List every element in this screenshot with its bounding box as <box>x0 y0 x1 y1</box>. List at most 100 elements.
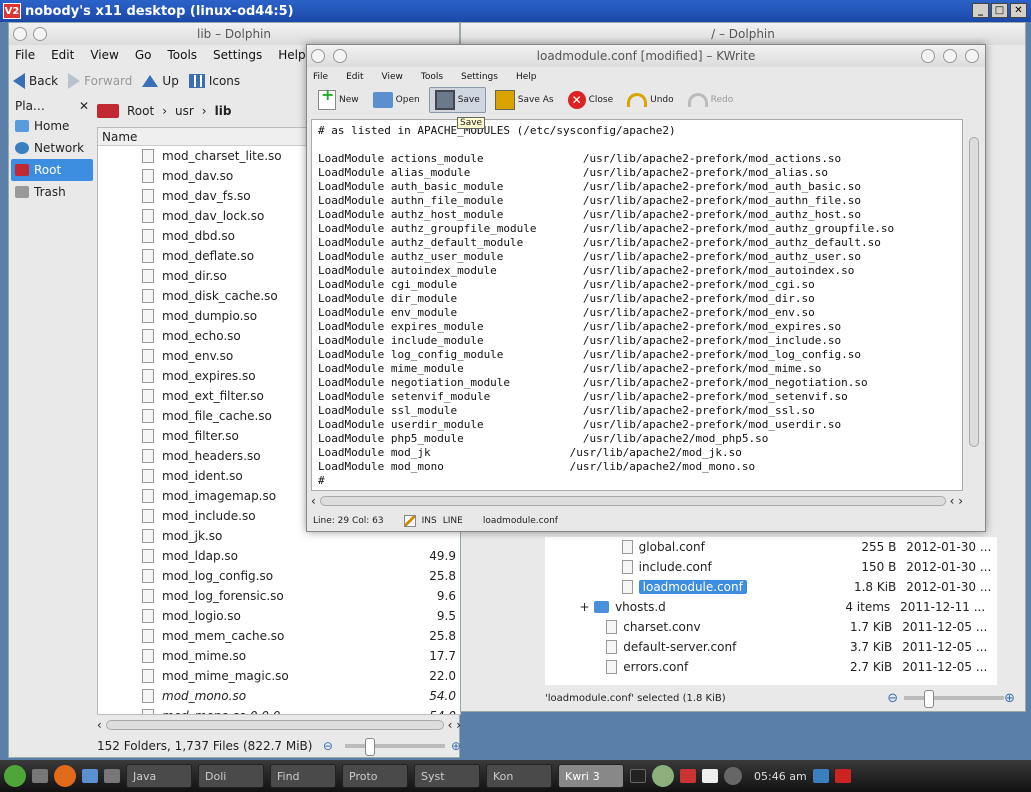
menu-view[interactable]: View <box>90 48 118 62</box>
editor-scroll-track[interactable] <box>319 496 946 506</box>
place-network[interactable]: Network <box>11 137 93 159</box>
back-button[interactable]: Back <box>13 73 58 89</box>
minimize-button[interactable]: _ <box>972 3 989 18</box>
open-button[interactable]: Open <box>368 87 425 113</box>
place-root[interactable]: Root <box>11 159 93 181</box>
task-syst[interactable]: Syst <box>414 764 480 788</box>
editor-horizontal-scrollbar[interactable]: ‹ ‹ › <box>311 493 963 509</box>
breadcrumb-root[interactable]: Root <box>127 104 154 118</box>
maximize-button[interactable]: □ <box>991 3 1008 18</box>
scroll-track[interactable] <box>105 720 444 730</box>
editor-scroll-right-icon[interactable]: ‹ › <box>950 494 963 508</box>
sticky-icon[interactable] <box>33 27 47 41</box>
places-title: Pla… <box>15 99 45 113</box>
redo-button[interactable]: Redo <box>683 87 739 113</box>
flag-icon[interactable] <box>680 769 696 783</box>
file-row[interactable]: mod_mem_cache.so 25.8 <box>98 626 460 646</box>
kw-menu-file[interactable]: File <box>313 72 328 82</box>
window-menu-icon[interactable] <box>13 27 27 41</box>
task-kwrite-label: Kwri <box>565 769 589 783</box>
kwrite-window-menu-icon[interactable] <box>311 49 325 63</box>
kwrite-maximize-button[interactable] <box>943 49 957 63</box>
scroll-left-icon[interactable]: ‹ <box>97 718 102 732</box>
task-dolphin[interactable]: Doli <box>198 764 264 788</box>
clock[interactable]: 05:46 am <box>754 770 807 783</box>
expand-icon[interactable]: + <box>545 600 594 614</box>
scroll-right-icon[interactable]: ‹ › <box>448 718 461 732</box>
task-konsole[interactable]: Kon <box>486 764 552 788</box>
pager-icon[interactable] <box>104 769 120 783</box>
menu-edit[interactable]: Edit <box>51 48 74 62</box>
selection-mode[interactable]: LINE <box>443 516 463 526</box>
info-icon[interactable] <box>724 767 742 785</box>
file-row[interactable]: mod_mime_magic.so 22.0 <box>98 666 460 686</box>
zoom-slider[interactable] <box>344 738 445 756</box>
file-row[interactable]: mod_mono.so 54.0 <box>98 686 460 706</box>
close-doc-button[interactable]: ✕ Close <box>563 87 619 113</box>
terminal-icon[interactable] <box>630 769 646 783</box>
save-as-button[interactable]: Save As <box>490 87 559 113</box>
file-row[interactable]: mod_mime.so 17.7 <box>98 646 460 666</box>
kwrite-close-button[interactable] <box>965 49 979 63</box>
right-file-row[interactable]: global.conf 255 B 2012-01-30 ... <box>545 537 997 557</box>
icons-view-button[interactable]: Icons <box>188 74 240 88</box>
right-zoom-out-icon[interactable]: ⊖ <box>887 691 898 706</box>
kw-menu-view[interactable]: View <box>382 72 403 82</box>
task-proto[interactable]: Proto <box>342 764 408 788</box>
editor-scroll-thumb[interactable] <box>969 137 979 447</box>
desktop-icon[interactable] <box>32 769 48 783</box>
menu-go[interactable]: Go <box>135 48 152 62</box>
menu-tools[interactable]: Tools <box>167 48 197 62</box>
place-trash[interactable]: Trash <box>11 181 93 203</box>
menu-help[interactable]: Help <box>278 48 305 62</box>
text-editor[interactable]: # as listed in APACHE_MODULES (/etc/sysc… <box>311 119 963 491</box>
menu-file[interactable]: File <box>15 48 35 62</box>
task-java[interactable]: Java <box>126 764 192 788</box>
screen-icon[interactable] <box>812 769 829 783</box>
menu-settings[interactable]: Settings <box>213 48 262 62</box>
right-file-row[interactable]: charset.conv 1.7 KiB 2011-12-05 ... <box>545 617 997 637</box>
kickoff-menu-icon[interactable] <box>4 765 26 787</box>
kw-menu-edit[interactable]: Edit <box>346 72 363 82</box>
breadcrumb-lib[interactable]: lib <box>215 104 232 118</box>
places-close-icon[interactable]: ✕ <box>79 99 89 115</box>
kwrite-minimize-button[interactable] <box>921 49 935 63</box>
horizontal-scrollbar[interactable]: ‹ ‹ › <box>97 717 461 733</box>
right-file-row[interactable]: default-server.conf 3.7 KiB 2011-12-05 ... <box>545 637 997 657</box>
breadcrumb-usr[interactable]: usr <box>175 104 194 118</box>
file-row[interactable]: mod_log_config.so 25.8 <box>98 566 460 586</box>
clipboard-icon[interactable] <box>702 769 718 783</box>
right-zoom-in-icon[interactable]: ⊕ <box>1004 691 1015 706</box>
undo-button[interactable]: Undo <box>622 87 679 113</box>
file-row[interactable]: mod_logio.so 9.5 <box>98 606 460 626</box>
zoom-in-icon[interactable]: ⊕ <box>451 739 461 753</box>
firefox-icon[interactable] <box>54 765 76 787</box>
task-kwrite[interactable]: Kwri 3 <box>558 764 624 788</box>
editor-scroll-left-icon[interactable]: ‹ <box>311 494 316 508</box>
kw-menu-tools[interactable]: Tools <box>421 72 443 82</box>
file-row[interactable]: mod_mono.so.0.0.054.0 <box>98 706 460 714</box>
right-file-row[interactable]: + vhosts.d 4 items 2011-12-11 ... <box>545 597 997 617</box>
task-find[interactable]: Find <box>270 764 336 788</box>
right-zoom-slider[interactable] <box>904 690 1005 708</box>
kw-menu-help[interactable]: Help <box>516 72 537 82</box>
up-button[interactable]: Up <box>142 74 179 88</box>
zoom-out-icon[interactable]: ⊖ <box>323 739 333 753</box>
editor-vertical-scrollbar[interactable] <box>967 119 981 491</box>
right-file-row[interactable]: include.conf 150 B 2012-01-30 ... <box>545 557 997 577</box>
close-button[interactable]: ✕ <box>1010 3 1027 18</box>
new-button[interactable]: New <box>313 85 364 113</box>
insert-mode[interactable]: INS <box>422 516 437 526</box>
elephant-icon[interactable] <box>652 765 674 787</box>
kwrite-sticky-icon[interactable] <box>333 49 347 63</box>
right-file-row[interactable]: errors.conf 2.7 KiB 2011-12-05 ... <box>545 657 997 677</box>
file-row[interactable]: mod_ldap.so 49.9 <box>98 546 460 566</box>
file-manager-icon[interactable] <box>82 769 98 783</box>
kw-menu-settings[interactable]: Settings <box>461 72 498 82</box>
place-home[interactable]: Home <box>11 115 93 137</box>
file-row[interactable]: mod_log_forensic.so 9.6 <box>98 586 460 606</box>
right-file-row[interactable]: loadmodule.conf 1.8 KiB 2012-01-30 ... <box>545 577 997 597</box>
save-button[interactable]: Save <box>428 87 486 113</box>
power-icon[interactable] <box>834 769 851 783</box>
forward-button[interactable]: Forward <box>68 73 132 89</box>
